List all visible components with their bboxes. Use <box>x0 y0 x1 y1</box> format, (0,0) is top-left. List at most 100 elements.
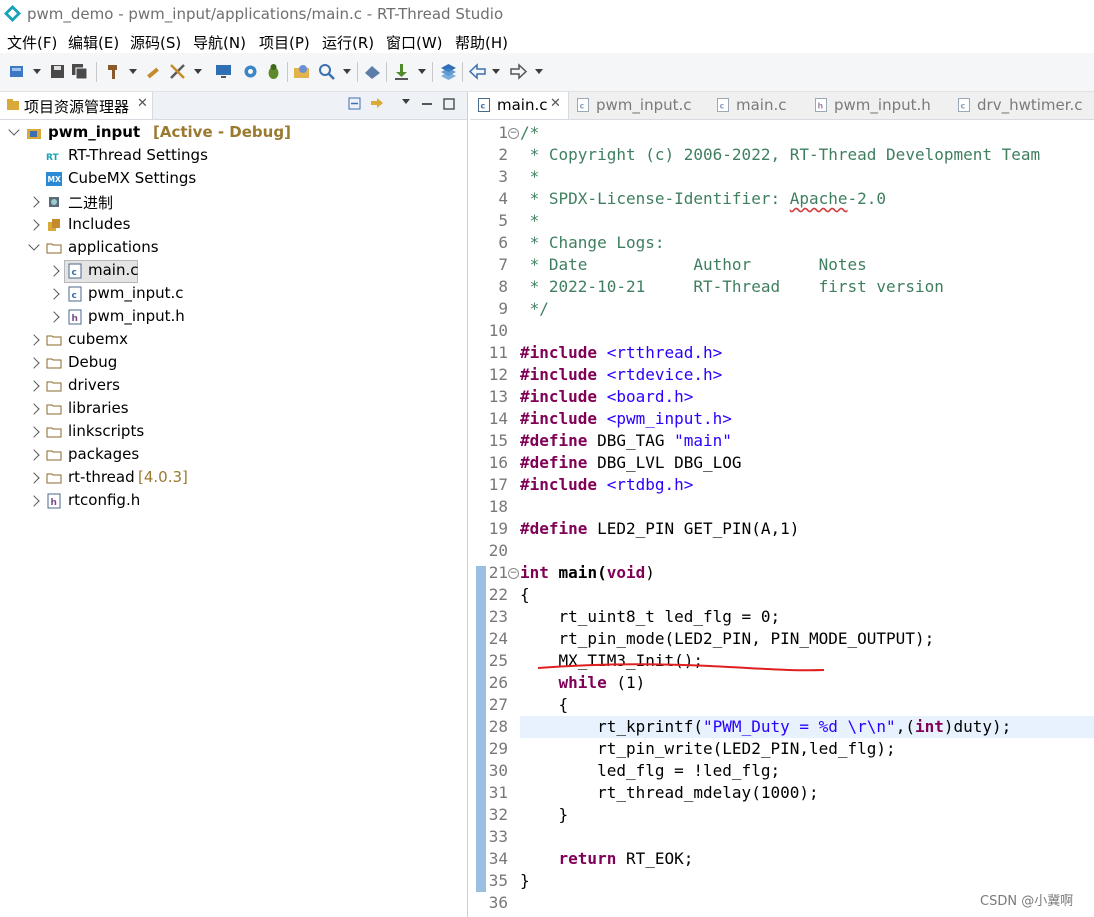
expand-arrow-icon[interactable] <box>28 219 40 231</box>
expand-arrow-icon[interactable] <box>28 495 40 507</box>
expand-arrow-icon[interactable] <box>28 472 40 484</box>
debug-bug-icon[interactable] <box>265 63 282 80</box>
code-line[interactable]: #define DBG_TAG "main" <box>520 430 732 452</box>
tree-item-packages[interactable]: packages <box>0 444 460 467</box>
code-line[interactable]: * Copyright (c) 2006-2022, RT-Thread Dev… <box>520 144 1041 166</box>
save-icon[interactable] <box>49 63 66 80</box>
tree-item-pwm-input-h[interactable]: h pwm_input.h <box>0 306 460 329</box>
close-icon[interactable]: ✕ <box>550 96 561 111</box>
expand-arrow-icon[interactable] <box>48 311 60 323</box>
tree-item-libraries[interactable]: libraries <box>0 398 460 421</box>
download-dropdown-icon[interactable] <box>418 69 426 74</box>
expand-arrow-icon[interactable] <box>28 334 40 346</box>
collapse-all-icon[interactable] <box>348 97 362 111</box>
tree-item-rtconfig-h[interactable]: h rtconfig.h <box>0 490 460 513</box>
code-line[interactable]: rt_pin_write(LED2_PIN,led_flg); <box>520 738 896 760</box>
code-line[interactable]: #include <rtdbg.h> <box>520 474 693 496</box>
tree-item-rt-thread[interactable]: rt-thread [4.0.3] <box>0 467 460 490</box>
download-icon[interactable] <box>393 63 410 80</box>
tools-icon[interactable] <box>169 63 186 80</box>
code-line[interactable]: int main(void) <box>520 562 655 584</box>
code-line[interactable]: * 2022-10-21 RT-Thread first version <box>520 276 944 298</box>
code-line[interactable]: #include <rtthread.h> <box>520 342 722 364</box>
code-line[interactable]: rt_uint8_t led_flg = 0; <box>520 606 781 628</box>
code-line[interactable]: #define LED2_PIN GET_PIN(A,1) <box>520 518 799 540</box>
tree-item-drivers[interactable]: drivers <box>0 375 460 398</box>
code-line[interactable]: */ <box>520 298 549 320</box>
new-dropdown-icon[interactable] <box>33 69 41 74</box>
tree-item-cubemx-settings[interactable]: MX CubeMX Settings <box>0 168 460 191</box>
new-icon[interactable] <box>8 63 25 80</box>
link-with-editor-icon[interactable] <box>370 97 384 111</box>
code-line[interactable]: } <box>520 804 569 826</box>
code-line[interactable]: /* <box>520 122 539 144</box>
code-line[interactable]: #include <rtdevice.h> <box>520 364 722 386</box>
expand-arrow-icon[interactable] <box>28 426 40 438</box>
expand-arrow-icon[interactable] <box>8 124 20 136</box>
back-dropdown-icon[interactable] <box>492 69 500 74</box>
code-line[interactable]: rt_pin_mode(LED2_PIN, PIN_MODE_OUTPUT); <box>520 628 935 650</box>
back-arrow-icon[interactable] <box>469 63 486 80</box>
view-menu-icon[interactable] <box>402 99 410 104</box>
code-line[interactable]: * <box>520 166 540 188</box>
menu-project[interactable]: 项目(P) <box>259 32 310 53</box>
search-icon[interactable] <box>318 63 335 80</box>
tab-pwm-input-c[interactable]: c pwm_input.c <box>569 92 709 119</box>
tree-item-includes[interactable]: Includes <box>0 214 460 237</box>
menu-run[interactable]: 运行(R) <box>322 32 374 53</box>
code-line[interactable]: { <box>520 584 530 606</box>
rebuild-icon[interactable] <box>145 63 162 80</box>
settings-gear-icon[interactable] <box>242 63 259 80</box>
code-line[interactable]: #include <board.h> <box>520 386 693 408</box>
search-dropdown-icon[interactable] <box>343 69 351 74</box>
code-line[interactable]: #include <pwm_input.h> <box>520 408 732 430</box>
tab-main-c[interactable]: c main.c <box>709 92 807 119</box>
tab-pwm-input-h[interactable]: h pwm_input.h <box>807 92 948 119</box>
menu-navigate[interactable]: 导航(N) <box>193 32 246 53</box>
tree-item-pwm-input-c[interactable]: c pwm_input.c <box>0 283 460 306</box>
forward-dropdown-icon[interactable] <box>535 69 543 74</box>
expand-arrow-icon[interactable] <box>28 357 40 369</box>
save-all-icon[interactable] <box>71 63 88 80</box>
code-line[interactable]: rt_thread_mdelay(1000); <box>520 782 819 804</box>
tree-item-pwm-input-project[interactable]: pwm_input [Active - Debug] <box>0 122 460 145</box>
open-folder-icon[interactable] <box>293 63 310 80</box>
code-line[interactable]: #define DBG_LVL DBG_LOG <box>520 452 742 474</box>
expand-arrow-icon[interactable] <box>48 265 60 277</box>
expand-arrow-icon[interactable] <box>28 239 40 251</box>
tree-item-applications[interactable]: applications <box>0 237 460 260</box>
tab-drv-hwtimer-c[interactable]: c drv_hwtimer.c <box>950 92 1094 119</box>
tree-item-rt-thread-settings[interactable]: RT RT-Thread Settings <box>0 145 460 168</box>
expand-arrow-icon[interactable] <box>28 403 40 415</box>
monitor-icon[interactable] <box>215 63 232 80</box>
code-line[interactable]: } <box>520 870 530 892</box>
tree-item-main-c[interactable]: c main.c <box>0 260 460 283</box>
menu-file[interactable]: 文件(F) <box>7 32 57 53</box>
expand-arrow-icon[interactable] <box>28 196 40 208</box>
tree-item-linkscripts[interactable]: linkscripts <box>0 421 460 444</box>
tools-dropdown-icon[interactable] <box>194 69 202 74</box>
tree-item-binaries[interactable]: 二进制 <box>0 191 460 214</box>
tab-project-explorer[interactable]: 项目资源管理器 ✕ <box>0 92 153 119</box>
tree-item-cubemx[interactable]: cubemx <box>0 329 460 352</box>
menu-edit[interactable]: 编辑(E) <box>68 32 119 53</box>
code-line[interactable]: * <box>520 210 540 232</box>
code-line[interactable]: * SPDX-License-Identifier: Apache-2.0 <box>520 188 886 210</box>
maximize-icon[interactable] <box>442 97 456 111</box>
expand-arrow-icon[interactable] <box>48 288 60 300</box>
fold-collapse-icon[interactable]: − <box>508 128 519 139</box>
minimize-icon[interactable] <box>420 97 434 111</box>
code-line[interactable]: led_flg = !led_flg; <box>520 760 780 782</box>
fold-collapse-icon[interactable]: − <box>508 568 519 579</box>
tree-item-debug[interactable]: Debug <box>0 352 460 375</box>
forward-arrow-icon[interactable] <box>510 63 527 80</box>
close-icon[interactable]: ✕ <box>137 96 148 111</box>
expand-arrow-icon[interactable] <box>28 449 40 461</box>
code-line[interactable]: * Date Author Notes <box>520 254 867 276</box>
code-line[interactable]: rt_kprintf("PWM_Duty = %d \r\n",(int)dut… <box>520 716 1011 738</box>
expand-arrow-icon[interactable] <box>28 380 40 392</box>
code-line[interactable]: * Change Logs: <box>520 232 665 254</box>
tab-main-c-active[interactable]: c main.c ✕ <box>470 92 569 119</box>
menu-help[interactable]: 帮助(H) <box>455 32 508 53</box>
code-line[interactable]: return RT_EOK; <box>520 848 694 870</box>
